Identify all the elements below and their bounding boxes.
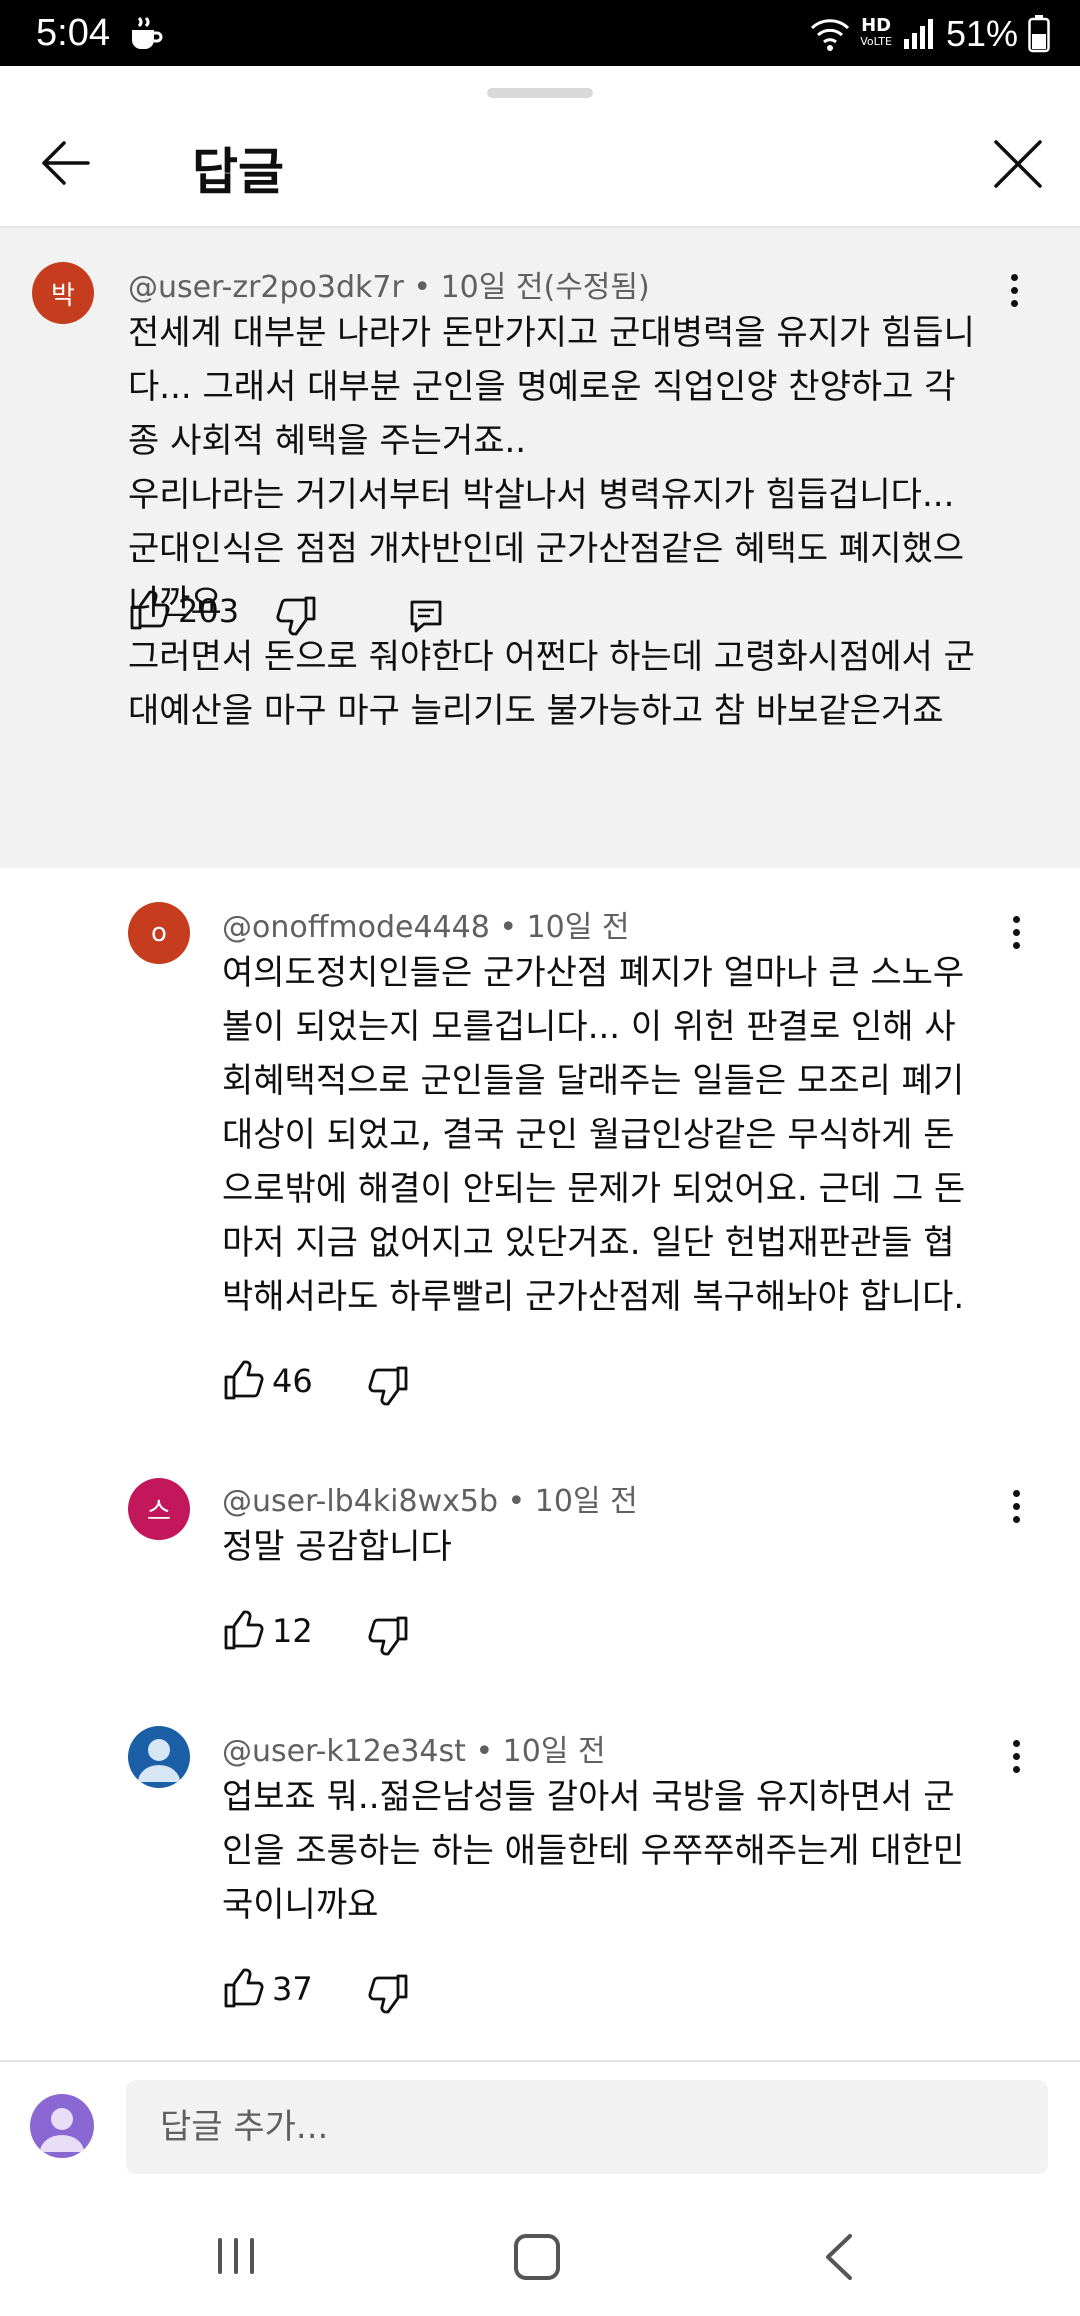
page-title: 답글 <box>192 143 284 201</box>
dislike-icon[interactable] <box>366 1364 410 1408</box>
drag-handle[interactable] <box>487 88 593 98</box>
like-icon[interactable] <box>222 1966 266 2010</box>
like-icon[interactable] <box>222 1358 266 1402</box>
comment-meta[interactable]: @user-zr2po3dk7r • 10일 전(수정됨) <box>128 262 650 306</box>
coffee-cup-icon <box>132 16 163 49</box>
system-back-icon[interactable] <box>820 2232 860 2282</box>
wifi-icon <box>811 19 850 51</box>
parent-comment: 박 @user-zr2po3dk7r • 10일 전(수정됨) 전세계 대부분 … <box>0 228 1080 868</box>
default-user-icon <box>138 1739 180 1782</box>
status-bar: 5:04 HD VoLTE 51% <box>0 0 1080 66</box>
dislike-icon[interactable] <box>366 1614 410 1658</box>
input-divider <box>0 2060 1080 2062</box>
battery-icon <box>1028 15 1050 53</box>
avatar[interactable]: 박 <box>32 262 94 324</box>
comment-meta[interactable]: @onoffmode4448 • 10일 전 <box>222 902 630 946</box>
recent-apps-icon[interactable] <box>214 2238 258 2274</box>
like-count: 37 <box>272 1970 313 2008</box>
avatar[interactable] <box>128 1726 190 1788</box>
my-avatar <box>30 2094 94 2158</box>
comment-text: 여의도정치인들은 군가산점 폐지가 얼마나 큰 스노우 볼이 되었는지 모를겁니… <box>222 953 966 1317</box>
comment-text: 전세계 대부분 나라가 돈만가지고 군대병력을 유지가 힘듭니 다... 그래서… <box>128 313 975 731</box>
status-indicators: HD VoLTE 51% <box>810 12 1050 56</box>
dislike-icon[interactable] <box>366 1972 410 2016</box>
back-arrow-icon[interactable] <box>38 136 92 190</box>
dislike-icon[interactable] <box>274 594 318 638</box>
hd-voice-icon: HD VoLTE <box>860 15 892 49</box>
avatar[interactable]: o <box>128 902 190 964</box>
add-reply-input[interactable] <box>126 2080 1048 2174</box>
comment-meta[interactable]: @user-k12e34st • 10일 전 <box>222 1726 606 1770</box>
home-button[interactable] <box>514 2234 560 2280</box>
default-user-icon <box>40 2108 84 2152</box>
like-icon[interactable] <box>222 1608 266 1652</box>
close-icon[interactable] <box>990 136 1046 192</box>
like-icon[interactable] <box>128 588 172 632</box>
comment-text: 업보죠 뭐..젊은남성들 갈아서 국방을 유지하면서 군 인을 조롱하는 하는 … <box>222 1777 965 1925</box>
like-count: 46 <box>272 1362 313 1400</box>
comment-text: 정말 공감합니다 <box>222 1527 452 1567</box>
comment-meta[interactable]: @user-lb4ki8wx5b • 10일 전 <box>222 1476 638 1520</box>
battery-percent: 51% <box>945 13 1018 54</box>
like-count: 203 <box>178 592 240 630</box>
replies-sheet: 답글 박 @user-zr2po3dk7r • 10일 전(수정됨) 전세계 대… <box>0 66 1080 2316</box>
like-count: 12 <box>272 1612 313 1650</box>
reply-icon[interactable] <box>406 596 446 636</box>
avatar[interactable]: 스 <box>128 1478 190 1540</box>
signal-icon <box>903 19 933 49</box>
status-time: 5:04 <box>36 12 110 54</box>
